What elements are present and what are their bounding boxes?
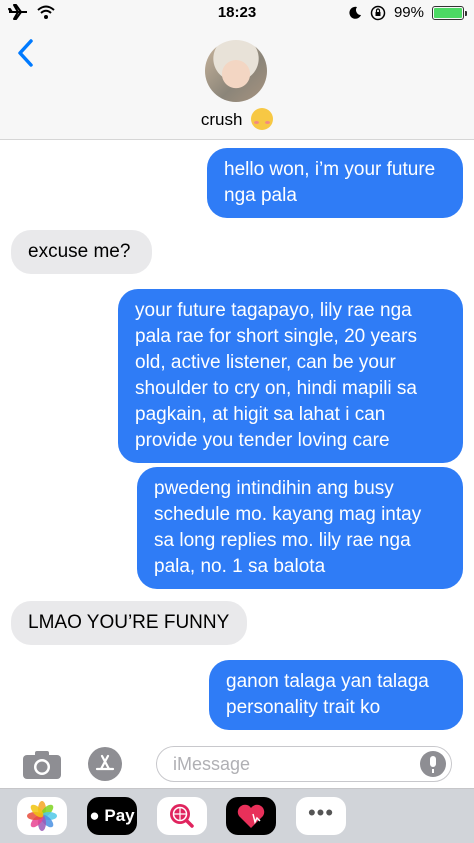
message-text: LMAO YOU’RE FUNNY — [28, 612, 230, 633]
contact-name-row[interactable]: crush — [0, 108, 474, 130]
message-text: hello won, i’m your future nga pala — [224, 159, 436, 206]
battery-icon — [432, 5, 467, 20]
smiling-face-with-hearts-emoji-icon — [251, 108, 274, 130]
more-apps-icon[interactable]: ••• — [296, 797, 346, 835]
battery-level — [434, 7, 462, 18]
photos-app-icon[interactable] — [17, 797, 67, 835]
message-bubble-sent[interactable]: ganon talaga yan talaga personality trai… — [209, 660, 463, 730]
message-text: excuse me? — [28, 241, 131, 262]
message-input-bar: iMessage — [0, 740, 474, 788]
message-bubble-sent[interactable]: hello won, i’m your future nga pala — [207, 148, 463, 218]
message-bubble-received[interactable]: LMAO YOU’RE FUNNY — [11, 601, 247, 645]
orientation-lock-icon — [370, 5, 386, 20]
contact-name: crush — [200, 110, 243, 129]
conversation-header: crush — [0, 28, 474, 140]
imessage-input[interactable]: iMessage — [156, 746, 452, 782]
message-bubble-sent[interactable]: your future tagapayo, lily rae nga pala … — [118, 289, 463, 463]
message-bubble-received[interactable]: excuse me? — [11, 230, 152, 274]
back-chevron-icon[interactable] — [14, 38, 38, 68]
more-apps-label: ••• — [307, 800, 335, 825]
app-store-glyph-icon — [95, 754, 115, 771]
battery-percent: 99% — [393, 4, 424, 21]
photos-flower-icon — [27, 801, 57, 831]
globe-search-icon — [170, 804, 194, 828]
moon-icon — [349, 6, 361, 19]
message-text: pwedeng intindihin ang busy schedule mo.… — [154, 478, 422, 577]
contact-avatar[interactable] — [205, 40, 267, 102]
message-text: ganon talaga yan talaga personality trai… — [226, 671, 429, 718]
imessage-placeholder: iMessage — [173, 754, 251, 774]
apple-logo-icon: ● — [89, 806, 100, 825]
message-thread: hello won, i’m your future nga pala excu… — [0, 140, 474, 740]
heart-touch-icon — [237, 804, 265, 828]
app-drawer: ● Pay ••• — [0, 788, 474, 843]
digital-touch-icon[interactable] — [226, 797, 276, 835]
message-text: your future tagapayo, lily rae nga pala … — [135, 300, 417, 451]
status-right: 99% — [348, 4, 467, 21]
apple-pay-label: Pay — [104, 806, 135, 825]
microphone-icon[interactable] — [420, 751, 446, 777]
status-bar: 18:23 99% — [0, 0, 474, 28]
camera-icon[interactable] — [22, 750, 62, 780]
web-search-icon[interactable] — [157, 797, 207, 835]
app-store-icon[interactable] — [88, 747, 122, 781]
apple-pay-icon[interactable]: ● Pay — [87, 797, 137, 835]
message-bubble-sent[interactable]: pwedeng intindihin ang busy schedule mo.… — [137, 467, 463, 589]
